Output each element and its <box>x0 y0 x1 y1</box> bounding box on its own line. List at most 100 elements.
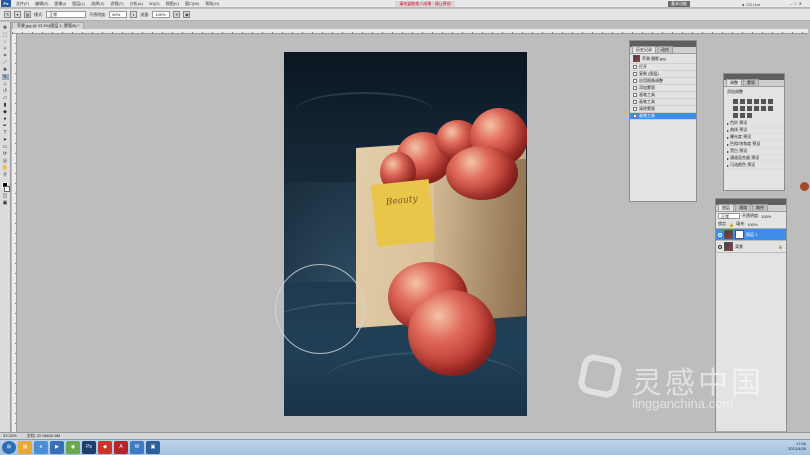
shape-tool-icon[interactable]: ▭ <box>2 144 9 150</box>
pen-tool-icon[interactable]: ✒ <box>2 123 9 129</box>
gradient-tool-icon[interactable]: ▮ <box>2 102 9 108</box>
menu-window[interactable]: 窗口(W) <box>182 1 202 7</box>
type-tool-icon[interactable]: T <box>2 130 9 136</box>
fill-value[interactable]: 100% <box>747 222 757 227</box>
quick-mask-icon[interactable]: ◫ <box>2 193 9 199</box>
pressure-size-icon[interactable]: ◉ <box>183 11 191 18</box>
history-item[interactable]: 添加蒙版 <box>630 85 696 92</box>
pressure-opacity-icon[interactable]: ◐ <box>130 11 138 18</box>
workspace-switcher[interactable]: 基本功能 <box>668 1 690 7</box>
blur-tool-icon[interactable]: ◆ <box>2 109 9 115</box>
document-tab[interactable]: 苹果.jpg @ 33.3%(图层 1, 蒙版/8) * <box>12 22 85 29</box>
visibility-eye-icon[interactable] <box>718 232 722 237</box>
preset-item[interactable]: ▸ 黑白 预设 <box>724 148 784 155</box>
brush-panel-toggle-icon[interactable]: ▤ <box>24 11 31 18</box>
menu-view[interactable]: 视图(V) <box>163 1 182 7</box>
cs-live-button[interactable]: ● CS Live <box>742 1 760 7</box>
menu-3d[interactable]: 3D(D) <box>146 1 163 6</box>
visibility-eye-icon[interactable] <box>718 244 722 249</box>
hand-tool-icon[interactable]: ✋ <box>2 165 9 171</box>
tab-channels[interactable]: 通道 <box>735 204 751 211</box>
brightness-icon[interactable] <box>733 99 738 104</box>
vibrance-icon[interactable] <box>761 99 766 104</box>
menu-file[interactable]: 文件(F) <box>13 1 32 7</box>
tab-actions[interactable]: 动作 <box>657 46 673 53</box>
photoshop-taskbar-icon[interactable]: Ps <box>82 441 96 454</box>
3d-rotate-tool-icon[interactable]: ⟳ <box>2 151 9 157</box>
quick-select-tool-icon[interactable]: ✧ <box>2 46 9 52</box>
channel-mixer-icon[interactable] <box>754 106 759 111</box>
explorer-icon[interactable]: ▤ <box>18 441 32 454</box>
levels-icon[interactable] <box>740 99 745 104</box>
menu-filter[interactable]: 滤镜(T) <box>107 1 126 7</box>
hue-saturation-icon[interactable] <box>768 99 773 104</box>
tab-layers[interactable]: 图层 <box>718 204 734 211</box>
healing-tool-icon[interactable]: ✚ <box>2 67 9 73</box>
close-icon[interactable]: ✕ <box>799 1 802 6</box>
brush-tool-icon[interactable]: ✎ <box>4 11 11 18</box>
opacity-field[interactable]: 60% <box>109 11 128 18</box>
mode-select[interactable]: 正常 <box>46 11 87 18</box>
background-color-swatch[interactable] <box>4 186 10 192</box>
tab-paths[interactable]: 路径 <box>752 204 768 211</box>
history-item[interactable]: 清除蒙版 <box>630 106 696 113</box>
document-canvas[interactable]: Beauty <box>284 52 527 416</box>
history-item[interactable]: 复制 (图层) <box>630 71 696 78</box>
maximize-icon[interactable]: □ <box>794 1 796 6</box>
layer-mask-thumbnail[interactable] <box>735 230 744 239</box>
lasso-tool-icon[interactable]: ◌ <box>2 39 9 45</box>
history-item[interactable]: 画笔工具 <box>630 92 696 99</box>
clone-stamp-tool-icon[interactable]: ⊥ <box>2 81 9 87</box>
preset-item[interactable]: ▸ 曝光度 预设 <box>724 134 784 141</box>
layer-opacity-value[interactable]: 100% <box>761 214 771 219</box>
eraser-tool-icon[interactable]: ▱ <box>2 95 9 101</box>
menu-analysis[interactable]: 分析(A) <box>127 1 146 7</box>
threshold-icon[interactable] <box>733 113 738 118</box>
posterize-icon[interactable] <box>768 106 773 111</box>
selective-color-icon[interactable] <box>747 113 752 118</box>
flow-field[interactable]: 100% <box>152 11 171 18</box>
history-brush-tool-icon[interactable]: ↺ <box>2 88 9 94</box>
color-balance-icon[interactable] <box>733 106 738 111</box>
app-taskbar-icon[interactable]: ◆ <box>98 441 112 454</box>
3d-orbit-tool-icon[interactable]: ◎ <box>2 158 9 164</box>
word-icon[interactable]: W <box>130 441 144 454</box>
marquee-tool-icon[interactable]: ⬚ <box>2 32 9 38</box>
brush-preset-picker[interactable]: ▾ <box>14 11 21 18</box>
ie-icon[interactable]: e <box>34 441 48 454</box>
tab-history[interactable]: 历史记录 <box>632 46 656 53</box>
history-item[interactable]: 打开 <box>630 64 696 71</box>
photo-filter-icon[interactable] <box>747 106 752 111</box>
brush-tool-icon-active[interactable]: ✎ <box>1 74 9 80</box>
path-select-tool-icon[interactable]: ➤ <box>2 137 9 143</box>
preset-item[interactable]: ▸ 可选颜色 预设 <box>724 162 784 169</box>
menu-help[interactable]: 帮助(H) <box>202 1 222 7</box>
preset-item[interactable]: ▸ 曲线 预设 <box>724 127 784 134</box>
tab-masks[interactable]: 蒙版 <box>743 79 759 86</box>
exposure-icon[interactable] <box>754 99 759 104</box>
history-item-selected[interactable]: 画笔工具 <box>630 113 696 120</box>
media-player-icon[interactable]: ▶ <box>50 441 64 454</box>
menu-layer[interactable]: 图层(L) <box>69 1 88 7</box>
preset-item[interactable]: ▸ 色阶 预设 <box>724 120 784 127</box>
crop-tool-icon[interactable]: ⌗ <box>2 53 9 59</box>
screen-mode-icon[interactable]: ▣ <box>2 200 9 206</box>
tab-adjustments[interactable]: 调整 <box>726 79 742 86</box>
airbrush-icon[interactable]: ✈ <box>173 11 181 18</box>
move-tool-icon[interactable]: ✥ <box>2 25 9 31</box>
window-icon[interactable]: ▣ <box>146 441 160 454</box>
menu-image[interactable]: 图像(I) <box>51 1 69 7</box>
layer-row-selected[interactable]: 图层 1 <box>716 229 786 241</box>
history-snapshot[interactable]: 苹果 摄影.jpg <box>630 54 696 64</box>
system-tray[interactable]: 17:56 2012/4/26 <box>788 441 806 451</box>
blend-mode-select[interactable]: 正常 <box>718 213 740 219</box>
menu-select[interactable]: 选择(S) <box>88 1 107 7</box>
chrome-icon[interactable]: ◉ <box>66 441 80 454</box>
menu-edit[interactable]: 编辑(E) <box>32 1 51 7</box>
preset-item[interactable]: ▸ 色相/饱和度 预设 <box>724 141 784 148</box>
floating-widget-icon[interactable] <box>800 182 809 191</box>
minimize-icon[interactable]: – <box>790 1 792 6</box>
curves-icon[interactable] <box>747 99 752 104</box>
eyedropper-tool-icon[interactable]: ⟋ <box>2 60 9 66</box>
history-item[interactable]: 画笔工具 <box>630 99 696 106</box>
